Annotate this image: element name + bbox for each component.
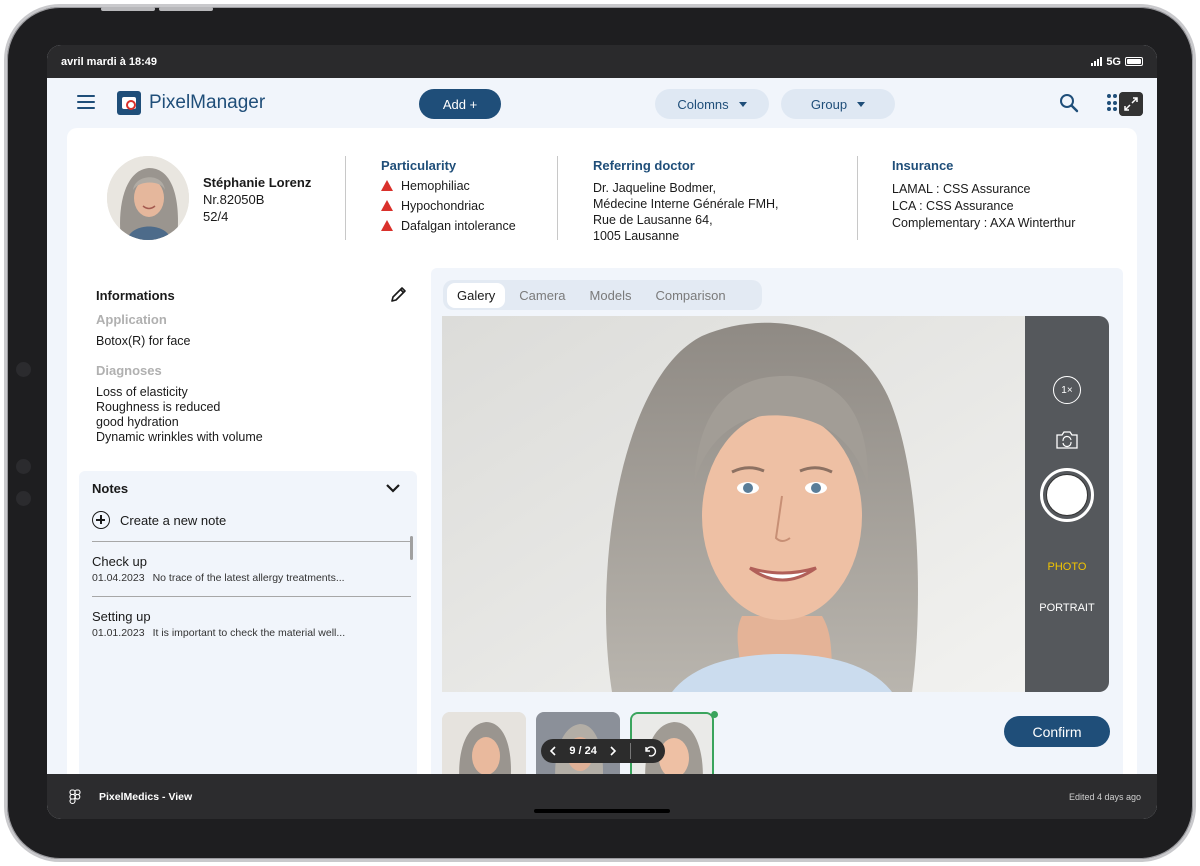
pager-label: 9 / 24 <box>569 745 597 757</box>
particularity-item: Dafalgan intolerance <box>381 219 516 239</box>
patient-number: Nr.82050B <box>203 192 265 207</box>
battery-icon <box>1125 57 1143 66</box>
confirm-button[interactable]: Confirm <box>1004 716 1110 747</box>
patient-card: Stéphanie Lorenz Nr.82050B 52/4 Particul… <box>67 128 1137 788</box>
chevron-down-icon[interactable] <box>385 480 401 496</box>
note-text: It is important to check the material we… <box>152 627 346 639</box>
insurance-details: LAMAL : CSS Assurance LCA : CSS Assuranc… <box>892 182 1076 230</box>
note-title[interactable]: Check up <box>92 554 147 569</box>
application-label: Application <box>96 312 167 327</box>
tab-comparison[interactable]: Comparison <box>645 283 735 308</box>
columns-label: Colomns <box>677 96 729 112</box>
particularity-list: Hemophiliac Hypochondriac Dafalgan intol… <box>381 179 516 239</box>
divider <box>557 156 558 240</box>
patient-name: Stéphanie Lorenz <box>203 175 312 190</box>
note-text: No trace of the latest allergy treatment… <box>152 572 345 584</box>
caret-down-icon <box>738 101 747 107</box>
divider <box>92 596 411 597</box>
tab-camera[interactable]: Camera <box>509 283 575 308</box>
status-indicators: 5G <box>1091 56 1143 68</box>
add-circle-icon <box>92 511 110 529</box>
chevron-left-icon[interactable] <box>549 746 557 756</box>
diagnoses-label: Diagnoses <box>96 363 162 378</box>
particularity-item: Hypochondriac <box>381 199 516 219</box>
side-button <box>16 491 31 506</box>
referring-doctor-title: Referring doctor <box>593 158 695 173</box>
add-button[interactable]: Add + <box>419 89 501 119</box>
warning-triangle-icon <box>381 220 393 231</box>
particularity-title: Particularity <box>381 158 457 173</box>
expand-icon[interactable] <box>1119 92 1143 116</box>
chevron-right-icon[interactable] <box>609 746 617 756</box>
group-label: Group <box>810 96 848 112</box>
informations-title: Informations <box>96 288 175 303</box>
note-summary[interactable]: 01.01.2023 It is important to check the m… <box>92 627 353 639</box>
create-note-button[interactable]: Create a new note <box>92 511 226 529</box>
divider <box>629 743 631 759</box>
camera-switch-icon[interactable] <box>1055 430 1079 450</box>
network-label: 5G <box>1106 55 1121 68</box>
menu-icon[interactable] <box>77 95 95 109</box>
power-button-top <box>159 7 213 11</box>
undo-icon[interactable] <box>643 745 657 757</box>
note-date: 01.04.2023 <box>92 572 145 584</box>
application-value: Botox(R) for face <box>96 334 191 348</box>
notes-panel: Notes Create a new note Check up 01.04.2… <box>79 471 417 788</box>
zoom-button[interactable]: 1× <box>1053 376 1081 404</box>
insurance-title: Insurance <box>892 158 954 173</box>
diagnoses-list: Loss of elasticity Roughness is reduced … <box>96 385 263 444</box>
tab-galery[interactable]: Galery <box>447 282 506 308</box>
mode-portrait[interactable]: PORTRAIT <box>1025 602 1109 614</box>
gallery-panel: Galery Camera Models Comparison 1× PHOTO… <box>431 268 1123 788</box>
home-indicator[interactable] <box>534 809 670 813</box>
note-summary[interactable]: 01.04.2023 No trace of the latest allergy… <box>92 572 353 584</box>
app-header: PixelManager Add + Colomns Group <box>55 78 1149 128</box>
patient-photo[interactable] <box>442 316 1026 692</box>
volume-button-top <box>101 7 155 11</box>
patient-avatar[interactable] <box>107 156 189 240</box>
note-date: 01.01.2023 <box>92 627 145 639</box>
patient-room: 52/4 <box>203 209 229 224</box>
bottom-bar: PixelMedics - View Edited 4 days ago <box>47 774 1157 819</box>
screen: avril mardi à 18:49 5G PixelManager Add … <box>47 45 1157 819</box>
mode-photo[interactable]: PHOTO <box>1025 561 1109 573</box>
pencil-icon[interactable] <box>389 284 409 304</box>
caret-down-icon <box>857 101 866 107</box>
shutter-button[interactable] <box>1040 468 1094 522</box>
tab-models[interactable]: Models <box>580 283 642 308</box>
app-logo[interactable]: PixelManager <box>117 91 265 115</box>
pager: 9 / 24 <box>541 739 665 763</box>
divider <box>92 541 411 542</box>
particularity-item: Hemophiliac <box>381 179 516 199</box>
edited-label: Edited 4 days ago <box>1068 792 1141 802</box>
figma-icon <box>69 789 81 805</box>
side-button <box>16 459 31 474</box>
status-bar: avril mardi à 18:49 5G <box>47 45 1157 78</box>
notes-scrollbar[interactable] <box>410 536 413 560</box>
warning-triangle-icon <box>381 180 393 191</box>
group-dropdown[interactable]: Group <box>781 89 895 119</box>
note-title[interactable]: Setting up <box>92 609 151 624</box>
create-note-label: Create a new note <box>120 512 227 528</box>
divider <box>345 156 346 240</box>
app-name: PixelManager <box>149 92 266 113</box>
warning-triangle-icon <box>381 200 393 211</box>
divider <box>857 156 858 240</box>
referring-doctor-address: Dr. Jaqueline Bodmer, Médecine Interne G… <box>593 181 779 243</box>
search-icon[interactable] <box>1059 93 1079 113</box>
project-name: PixelMedics - View <box>99 791 193 803</box>
status-time: avril mardi à 18:49 <box>61 55 158 68</box>
camera-logo-icon <box>117 91 141 115</box>
camera-controls: 1× PHOTO PORTRAIT <box>1025 316 1109 692</box>
columns-dropdown[interactable]: Colomns <box>655 89 769 119</box>
side-button <box>16 362 31 377</box>
signal-icon <box>1091 57 1103 66</box>
gallery-tabs: Galery Camera Models Comparison <box>443 280 762 310</box>
notes-title: Notes <box>92 481 129 496</box>
selected-check-icon <box>711 711 718 718</box>
